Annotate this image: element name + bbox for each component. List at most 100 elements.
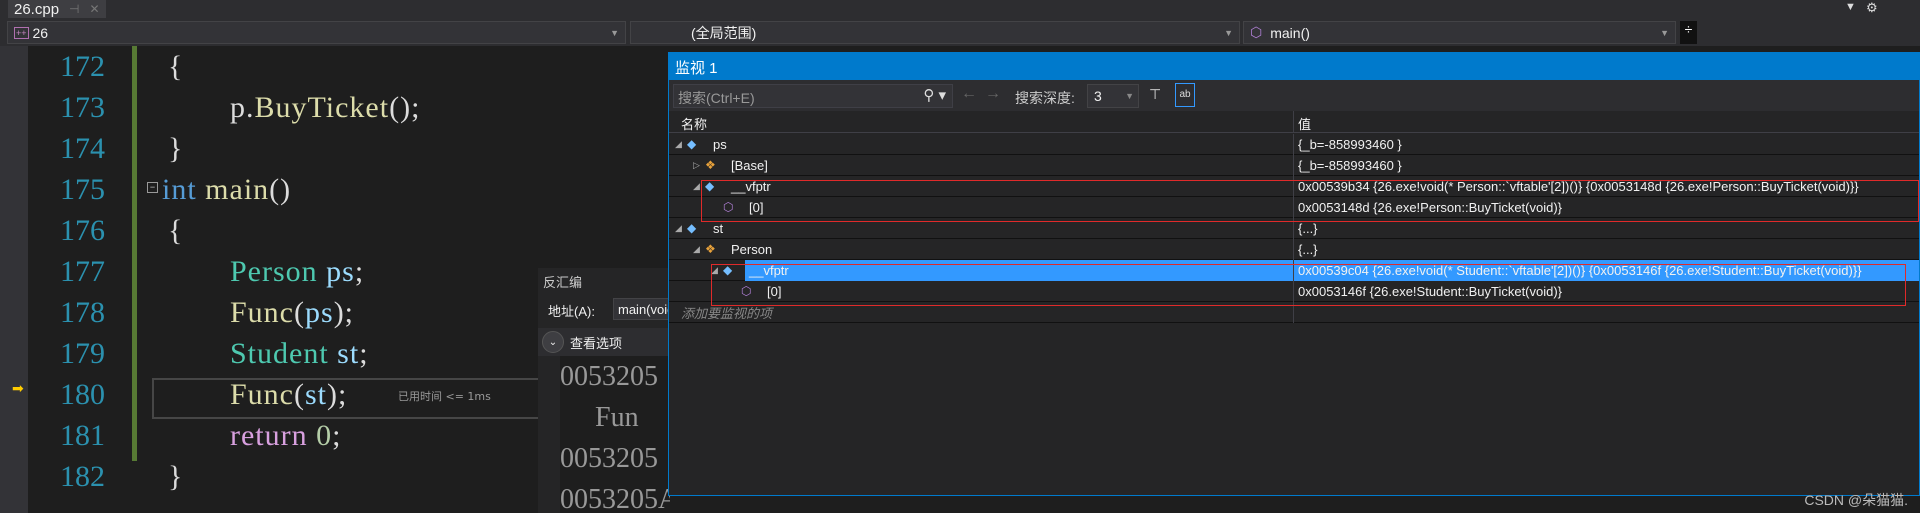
add-watch-item[interactable]: 添加要监视的项 xyxy=(669,301,1919,323)
dropdown-icon[interactable]: ▼ xyxy=(1845,1,1856,13)
object-icon: ◆ xyxy=(687,221,697,235)
value-column-header[interactable]: 值 xyxy=(1293,111,1315,133)
scope-dropdown[interactable]: (全局范围) ▼ xyxy=(630,21,1240,44)
chevron-down-icon: ▼ xyxy=(1660,27,1669,38)
expand-toggle-icon[interactable]: ▷ xyxy=(693,160,705,171)
back-arrow-icon[interactable]: ← xyxy=(961,85,977,103)
code-token: 0 xyxy=(316,419,333,452)
watch-row[interactable]: ⬡ [0] 0x0053148d {26.exe!Person::BuyTicket… xyxy=(669,196,1919,218)
code-line: p.BuyTicket(); xyxy=(230,87,420,128)
expand-toggle-icon[interactable]: ◢ xyxy=(675,139,687,150)
pin-icon[interactable]: ⊣ xyxy=(69,2,79,16)
close-icon[interactable]: ✕ xyxy=(90,2,100,16)
method-icon: ⬡ xyxy=(723,200,734,214)
expand-toggle-icon[interactable]: ◢ xyxy=(675,223,687,234)
project-dropdown[interactable]: ++ 26 ▼ xyxy=(7,21,626,44)
code-token: } xyxy=(168,132,184,165)
watch-row[interactable]: ◢ ◆ __vfptr 0x00539c04 {26.exe!void(* Stude… xyxy=(669,259,1919,281)
code-token: ( xyxy=(294,296,305,329)
disassembly-code: 0053205 Fun 0053205 0053205A push eax xyxy=(560,356,670,513)
object-icon: ◆ xyxy=(687,137,697,151)
hex-display-icon[interactable]: ab xyxy=(1175,83,1195,107)
watch-row[interactable]: ◢ ❖ Person {...} xyxy=(669,238,1919,260)
view-options-toggle[interactable]: ⌄ 查看选项 xyxy=(538,328,670,356)
object-icon: ◆ xyxy=(705,179,715,193)
search-icon[interactable]: ⚲ ▾ xyxy=(923,86,946,104)
chevron-down-icon: ▼ xyxy=(1224,27,1233,38)
gear-icon[interactable]: ⚙ xyxy=(1866,0,1878,16)
code-line: Func(ps); xyxy=(230,292,354,333)
chevron-down-icon: ▼ xyxy=(610,27,619,38)
watch-name-cell: ▷ ❖ [Base] xyxy=(669,155,1293,176)
pin-filter-icon[interactable]: ⊤ xyxy=(1149,86,1161,103)
code-token: () xyxy=(269,173,292,206)
line-number: 173 xyxy=(60,91,105,124)
code-token: ps xyxy=(326,255,355,288)
watch-row[interactable]: ◢ ◆ ps {_b=-858993460 } xyxy=(669,133,1919,155)
line-number: 176 xyxy=(60,214,105,247)
watch-value: {...} xyxy=(1293,238,1919,260)
tab-26-cpp[interactable]: 26.cpp ⊣ ✕ xyxy=(8,0,106,18)
watch-value: 0x0053148d {26.exe!Person::BuyTicket(voi… xyxy=(1293,196,1919,218)
forward-arrow-icon[interactable]: → xyxy=(985,85,1001,103)
code-token: Func xyxy=(230,378,294,411)
code-token: Func xyxy=(230,296,294,329)
watch-name: [0] xyxy=(767,283,782,299)
watch-toolbar: 搜索(Ctrl+E) ⚲ ▾ ← → 搜索深度: 3 ▼ ⊤ ab xyxy=(669,80,1919,111)
expand-toggle-icon[interactable]: ◢ xyxy=(711,265,723,276)
watch-value: 0x0053146f {26.exe!Student::BuyTicket(vo… xyxy=(1293,280,1919,302)
search-depth-dropdown[interactable]: 3 ▼ xyxy=(1087,84,1139,108)
watch-row[interactable]: ◢ ◆ st {...} xyxy=(669,217,1919,239)
code-token: st xyxy=(337,337,360,370)
watch-name: Person xyxy=(731,241,773,257)
code-token: Student xyxy=(230,337,338,370)
member-name: main() xyxy=(1270,24,1310,41)
line-number: 174 xyxy=(60,132,105,165)
watermark: CSDN @朵猫猫. xyxy=(1804,492,1908,508)
expand-toggle-icon[interactable]: ◢ xyxy=(693,181,705,192)
expand-toggle-icon[interactable]: ◢ xyxy=(693,244,705,255)
watch-row[interactable]: ◢ ◆ __vfptr 0x00539b34 {26.exe!void(* Perso… xyxy=(669,175,1919,197)
line-number: 177 xyxy=(60,255,105,288)
code-token: ( xyxy=(294,378,305,411)
code-line: Student st; xyxy=(230,333,369,374)
name-column-header[interactable]: 名称 xyxy=(681,114,707,133)
code-line: return 0; xyxy=(230,415,341,456)
disassembly-title: 反汇编 xyxy=(543,275,583,290)
code-token: { xyxy=(168,214,184,247)
project-icon: ++ xyxy=(14,26,29,39)
split-view-button[interactable]: ÷ xyxy=(1680,21,1697,44)
member-dropdown[interactable]: ⬡ main() ▼ xyxy=(1243,21,1676,44)
code-token: return xyxy=(230,419,317,452)
watch-name: [0] xyxy=(749,199,764,215)
code-token: ); xyxy=(333,296,355,329)
document-tab-bar: 26.cpp ⊣ ✕ ▼ ⚙ xyxy=(0,0,1920,18)
address-label: 地址(A): xyxy=(548,304,595,319)
watch-row[interactable]: ▷ ❖ [Base] {_b=-858993460 } xyxy=(669,154,1919,176)
current-statement-arrow-icon: ➡ xyxy=(12,380,24,396)
tab-title: 26.cpp xyxy=(14,0,60,18)
watch-name: __vfptr xyxy=(731,178,771,194)
add-watch-placeholder[interactable]: 添加要监视的项 xyxy=(669,302,1293,323)
collapse-icon[interactable]: − xyxy=(147,182,158,193)
code-line: int main() xyxy=(162,169,291,210)
disassembly-window: 反汇编 地址(A): main(void) ⌄ 查看选项 0053205 Fun … xyxy=(538,268,673,513)
address-input[interactable]: main(void) xyxy=(613,298,673,320)
project-name: 26 xyxy=(32,24,49,41)
change-tracking-bar xyxy=(132,46,137,461)
watch-name-cell: ⬡ [0] xyxy=(669,281,1293,302)
watch-value: 0x00539b34 {26.exe!void(* Person::`vftab… xyxy=(1293,175,1919,197)
breakpoint-gutter[interactable] xyxy=(0,46,28,513)
watch-value xyxy=(1293,301,1919,323)
watch-name-cell: ⬡ [0] xyxy=(669,197,1293,218)
code-token: (); xyxy=(389,91,421,124)
chevron-down-icon: ⌄ xyxy=(542,331,564,353)
line-number: 181 xyxy=(60,419,105,452)
watch-title[interactable]: 监视 1 xyxy=(669,53,1919,80)
search-placeholder: 搜索(Ctrl+E) xyxy=(678,90,755,106)
code-line: Func(st); xyxy=(230,374,347,415)
watch-row[interactable]: ⬡ [0] 0x0053146f {26.exe!Student::BuyTicke… xyxy=(669,280,1919,302)
code-token: ; xyxy=(332,419,342,452)
watch-search-input[interactable]: 搜索(Ctrl+E) ⚲ ▾ xyxy=(673,84,953,108)
code-token: main xyxy=(205,173,270,206)
